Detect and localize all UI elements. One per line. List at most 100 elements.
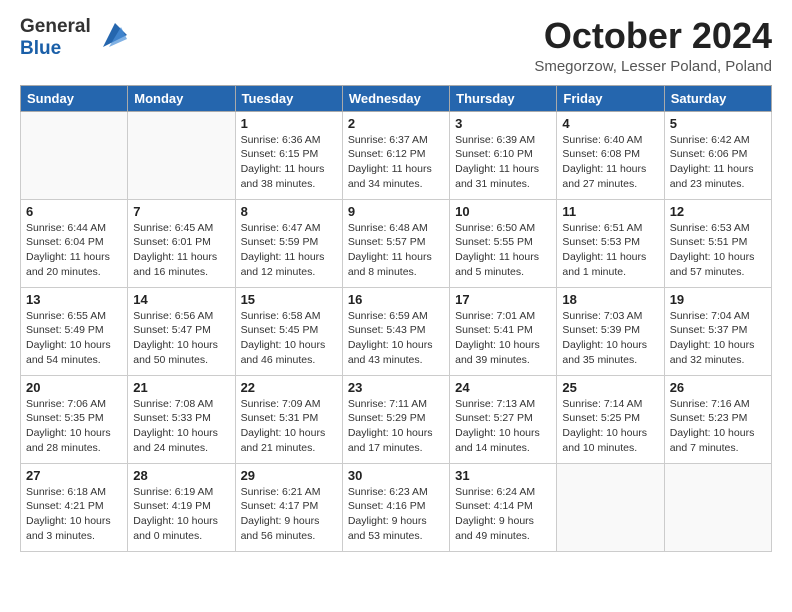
day-number: 14 — [133, 292, 229, 307]
day-info: Sunrise: 6:37 AMSunset: 6:12 PMDaylight:… — [348, 133, 444, 192]
day-number: 28 — [133, 468, 229, 483]
day-number: 17 — [455, 292, 551, 307]
day-number: 31 — [455, 468, 551, 483]
day-number: 26 — [670, 380, 766, 395]
logo-icon — [95, 19, 127, 56]
calendar-cell: 12 Sunrise: 6:53 AMSunset: 5:51 PMDayligh… — [664, 199, 771, 287]
calendar-cell: 1Sunrise: 6:36 AMSunset: 6:15 PMDaylight… — [235, 111, 342, 199]
day-info: Sunrise: 7:03 AMSunset: 5:39 PMDaylight:… — [562, 309, 658, 368]
day-info: Sunrise: 6:39 AMSunset: 6:10 PMDaylight:… — [455, 133, 551, 192]
day-number: 6 — [26, 204, 122, 219]
day-number: 11 — [562, 204, 658, 219]
calendar-cell: 11 Sunrise: 6:51 AMSunset: 5:53 PMDayligh… — [557, 199, 664, 287]
header: General Blue October 2024 Smegorzow, Les… — [20, 16, 772, 75]
day-info: Sunrise: 6:19 AMSunset: 4:19 PMDaylight:… — [133, 485, 229, 544]
logo: General Blue — [20, 16, 127, 60]
day-number: 15 — [241, 292, 337, 307]
day-info: Sunrise: 6:55 AMSunset: 5:49 PMDaylight:… — [26, 309, 122, 368]
calendar-cell — [557, 463, 664, 551]
day-info: Sunrise: 7:16 AMSunset: 5:23 PMDaylight:… — [670, 397, 766, 456]
calendar-cell: 31 Sunrise: 6:24 AMSunset: 4:14 PMDayligh… — [450, 463, 557, 551]
day-info: Sunrise: 7:06 AMSunset: 5:35 PMDaylight:… — [26, 397, 122, 456]
day-info: Sunrise: 6:24 AMSunset: 4:14 PMDaylight:… — [455, 485, 551, 544]
col-monday: Monday — [128, 85, 235, 111]
col-tuesday: Tuesday — [235, 85, 342, 111]
day-number: 2 — [348, 116, 444, 131]
col-sunday: Sunday — [21, 85, 128, 111]
calendar-cell: 21 Sunrise: 7:08 AMSunset: 5:33 PMDayligh… — [128, 375, 235, 463]
logo-general: General Blue — [20, 16, 91, 60]
calendar-week-row-3: 20Sunrise: 7:06 AMSunset: 5:35 PMDayligh… — [21, 375, 772, 463]
day-number: 24 — [455, 380, 551, 395]
calendar-cell — [128, 111, 235, 199]
day-info: Sunrise: 7:01 AMSunset: 5:41 PMDaylight:… — [455, 309, 551, 368]
day-info: Sunrise: 7:04 AMSunset: 5:37 PMDaylight:… — [670, 309, 766, 368]
calendar-cell: 2 Sunrise: 6:37 AMSunset: 6:12 PMDaylight… — [342, 111, 449, 199]
calendar-cell: 3 Sunrise: 6:39 AMSunset: 6:10 PMDaylight… — [450, 111, 557, 199]
calendar-week-row-4: 27 Sunrise: 6:18 AMSunset: 4:21 PMDayligh… — [21, 463, 772, 551]
day-info: Sunrise: 7:14 AMSunset: 5:25 PMDaylight:… — [562, 397, 658, 456]
day-info: Sunrise: 7:11 AMSunset: 5:29 PMDaylight:… — [348, 397, 444, 456]
logo-blue: Blue — [20, 38, 61, 59]
day-info: Sunrise: 6:58 AMSunset: 5:45 PMDaylight:… — [241, 309, 337, 368]
calendar-cell: 27 Sunrise: 6:18 AMSunset: 4:21 PMDayligh… — [21, 463, 128, 551]
logo-text: General Blue — [20, 16, 127, 60]
calendar-cell: 20Sunrise: 7:06 AMSunset: 5:35 PMDayligh… — [21, 375, 128, 463]
calendar-cell: 19 Sunrise: 7:04 AMSunset: 5:37 PMDayligh… — [664, 287, 771, 375]
calendar-week-row-1: 6 Sunrise: 6:44 AMSunset: 6:04 PMDaylight… — [21, 199, 772, 287]
day-number: 27 — [26, 468, 122, 483]
day-number: 21 — [133, 380, 229, 395]
day-number: 30 — [348, 468, 444, 483]
day-info: Sunrise: 6:18 AMSunset: 4:21 PMDaylight:… — [26, 485, 122, 544]
day-info: Sunrise: 6:44 AMSunset: 6:04 PMDaylight:… — [26, 221, 122, 280]
calendar-cell: 6 Sunrise: 6:44 AMSunset: 6:04 PMDaylight… — [21, 199, 128, 287]
calendar-week-row-0: 1Sunrise: 6:36 AMSunset: 6:15 PMDaylight… — [21, 111, 772, 199]
calendar-cell: 24Sunrise: 7:13 AMSunset: 5:27 PMDayligh… — [450, 375, 557, 463]
day-number: 3 — [455, 116, 551, 131]
calendar-cell: 14 Sunrise: 6:56 AMSunset: 5:47 PMDayligh… — [128, 287, 235, 375]
day-info: Sunrise: 6:40 AMSunset: 6:08 PMDaylight:… — [562, 133, 658, 192]
day-number: 29 — [241, 468, 337, 483]
calendar-cell — [21, 111, 128, 199]
day-number: 8 — [241, 204, 337, 219]
day-info: Sunrise: 6:59 AMSunset: 5:43 PMDaylight:… — [348, 309, 444, 368]
day-number: 10 — [455, 204, 551, 219]
day-number: 12 — [670, 204, 766, 219]
day-info: Sunrise: 6:51 AMSunset: 5:53 PMDaylight:… — [562, 221, 658, 280]
day-info: Sunrise: 6:42 AMSunset: 6:06 PMDaylight:… — [670, 133, 766, 192]
day-number: 5 — [670, 116, 766, 131]
calendar-cell: 7 Sunrise: 6:45 AMSunset: 6:01 PMDaylight… — [128, 199, 235, 287]
day-number: 19 — [670, 292, 766, 307]
calendar-cell: 8Sunrise: 6:47 AMSunset: 5:59 PMDaylight… — [235, 199, 342, 287]
calendar-cell: 13 Sunrise: 6:55 AMSunset: 5:49 PMDayligh… — [21, 287, 128, 375]
day-info: Sunrise: 6:53 AMSunset: 5:51 PMDaylight:… — [670, 221, 766, 280]
calendar-cell: 18 Sunrise: 7:03 AMSunset: 5:39 PMDayligh… — [557, 287, 664, 375]
calendar-cell: 25 Sunrise: 7:14 AMSunset: 5:25 PMDayligh… — [557, 375, 664, 463]
day-number: 9 — [348, 204, 444, 219]
location: Smegorzow, Lesser Poland, Poland — [534, 58, 772, 75]
day-info: Sunrise: 6:50 AMSunset: 5:55 PMDaylight:… — [455, 221, 551, 280]
day-number: 25 — [562, 380, 658, 395]
calendar-week-row-2: 13 Sunrise: 6:55 AMSunset: 5:49 PMDayligh… — [21, 287, 772, 375]
col-saturday: Saturday — [664, 85, 771, 111]
title-section: October 2024 Smegorzow, Lesser Poland, P… — [534, 16, 772, 75]
day-number: 18 — [562, 292, 658, 307]
col-thursday: Thursday — [450, 85, 557, 111]
day-number: 13 — [26, 292, 122, 307]
day-info: Sunrise: 6:45 AMSunset: 6:01 PMDaylight:… — [133, 221, 229, 280]
col-friday: Friday — [557, 85, 664, 111]
calendar-cell: 15 Sunrise: 6:58 AMSunset: 5:45 PMDayligh… — [235, 287, 342, 375]
calendar-cell: 5 Sunrise: 6:42 AMSunset: 6:06 PMDaylight… — [664, 111, 771, 199]
calendar-cell: 4 Sunrise: 6:40 AMSunset: 6:08 PMDaylight… — [557, 111, 664, 199]
day-number: 7 — [133, 204, 229, 219]
day-number: 16 — [348, 292, 444, 307]
calendar-cell: 29 Sunrise: 6:21 AMSunset: 4:17 PMDayligh… — [235, 463, 342, 551]
day-info: Sunrise: 7:08 AMSunset: 5:33 PMDaylight:… — [133, 397, 229, 456]
day-info: Sunrise: 6:56 AMSunset: 5:47 PMDaylight:… — [133, 309, 229, 368]
day-info: Sunrise: 6:48 AMSunset: 5:57 PMDaylight:… — [348, 221, 444, 280]
day-info: Sunrise: 6:21 AMSunset: 4:17 PMDaylight:… — [241, 485, 337, 544]
day-number: 4 — [562, 116, 658, 131]
calendar-cell: 28 Sunrise: 6:19 AMSunset: 4:19 PMDayligh… — [128, 463, 235, 551]
day-number: 22 — [241, 380, 337, 395]
day-info: Sunrise: 6:36 AMSunset: 6:15 PMDaylight:… — [241, 133, 337, 192]
